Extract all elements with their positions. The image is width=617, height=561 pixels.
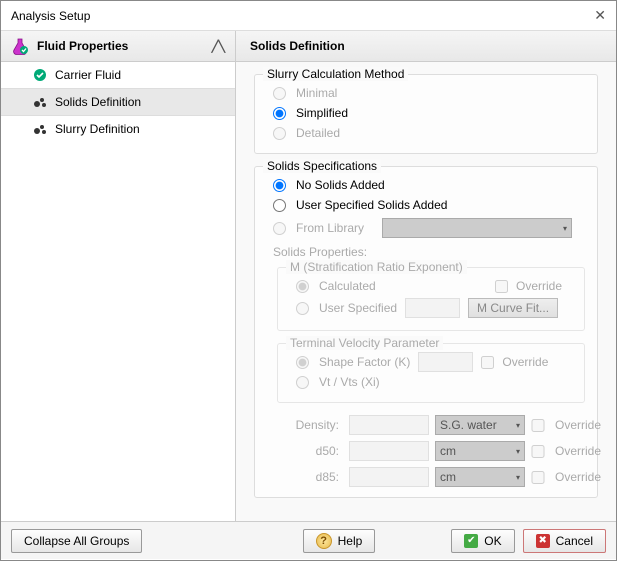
radio-vt-vts-input	[296, 376, 309, 389]
radio-minimal: Minimal	[267, 83, 585, 103]
sidebar-item-solids-definition[interactable]: Solids Definition	[1, 88, 235, 116]
check-override-m-input	[495, 280, 508, 293]
radio-user-solids-input[interactable]	[273, 199, 286, 212]
radio-from-library: From Library	[267, 215, 585, 241]
radio-simplified-input[interactable]	[273, 107, 286, 120]
help-icon: ?	[316, 533, 332, 549]
sidebar-group-header[interactable]: Fluid Properties ╱╲	[1, 31, 235, 62]
check-icon: ✔	[464, 534, 478, 548]
tv-group: Terminal Velocity Parameter Shape Factor…	[277, 343, 585, 403]
d85-override-check	[531, 471, 545, 484]
footer: Collapse All Groups ?Help ✔OK ✖Cancel	[1, 521, 616, 559]
chevron-up-icon: ╱╲	[212, 40, 225, 53]
radio-user-solids[interactable]: User Specified Solids Added	[267, 195, 585, 215]
window-title: Analysis Setup	[11, 9, 90, 23]
sidebar-item-slurry-definition[interactable]: Slurry Definition	[1, 116, 235, 142]
check-icon	[33, 68, 47, 82]
check-override-tv-input	[481, 356, 494, 369]
density-unit-select: S.G. water	[435, 415, 525, 435]
density-d50-d85-grid: Density: S.G. water Override d50: cm Ove…	[267, 415, 585, 487]
check-override-m: Override	[495, 279, 562, 293]
d85-input	[349, 467, 429, 487]
library-select	[382, 218, 572, 238]
solids-icon	[33, 95, 47, 109]
sidebar-item-label: Carrier Fluid	[55, 68, 121, 82]
m-value-input	[405, 298, 460, 318]
flask-icon	[11, 37, 29, 55]
radio-from-library-input	[273, 222, 286, 235]
d85-unit-select: cm	[435, 467, 525, 487]
d50-label: d50:	[273, 444, 343, 458]
sidebar-item-carrier-fluid[interactable]: Carrier Fluid	[1, 62, 235, 88]
collapse-all-button[interactable]: Collapse All Groups	[11, 529, 142, 553]
d50-unit-select: cm	[435, 441, 525, 461]
solids-spec-group: Solids Specifications No Solids Added Us…	[254, 166, 598, 498]
group-title: Terminal Velocity Parameter	[286, 336, 443, 350]
radio-vt-vts: Vt / Vts (Xi)	[290, 372, 572, 392]
override-label: Override	[555, 418, 615, 432]
radio-no-solids-input[interactable]	[273, 179, 286, 192]
override-label: Override	[555, 444, 615, 458]
m-curve-fit-button: M Curve Fit...	[468, 298, 558, 318]
slurry-icon	[33, 122, 47, 136]
sidebar: Fluid Properties ╱╲ Carrier Fluid Solids…	[1, 31, 236, 521]
cancel-button[interactable]: ✖Cancel	[523, 529, 606, 553]
m-group: M (Stratification Ratio Exponent) Calcul…	[277, 267, 585, 331]
override-label: Override	[555, 470, 615, 484]
content-header: Solids Definition	[236, 31, 616, 62]
group-label: Fluid Properties	[37, 39, 128, 53]
radio-no-solids[interactable]: No Solids Added	[267, 175, 585, 195]
d85-label: d85:	[273, 470, 343, 484]
radio-detailed-input	[273, 127, 286, 140]
solids-properties-label: Solids Properties:	[267, 241, 585, 261]
help-button[interactable]: ?Help	[303, 529, 376, 553]
radio-calculated-input	[296, 280, 309, 293]
slurry-method-group: Slurry Calculation Method Minimal Simpli…	[254, 74, 598, 154]
radio-shape-factor-input	[296, 356, 309, 369]
radio-user-specified-m: User Specified	[296, 301, 397, 315]
radio-shape-factor: Shape Factor (K)	[290, 352, 410, 372]
check-override-tv: Override	[481, 355, 548, 369]
group-title: Slurry Calculation Method	[263, 67, 408, 81]
radio-user-specified-m-input	[296, 302, 309, 315]
radio-detailed: Detailed	[267, 123, 585, 143]
radio-simplified[interactable]: Simplified	[267, 103, 585, 123]
density-override-check	[531, 419, 545, 432]
group-title: Solids Specifications	[263, 159, 381, 173]
radio-calculated: Calculated	[290, 276, 495, 296]
d50-input	[349, 441, 429, 461]
sidebar-item-label: Slurry Definition	[55, 122, 140, 136]
density-label: Density:	[273, 418, 343, 432]
radio-minimal-input	[273, 87, 286, 100]
titlebar: Analysis Setup ✕	[1, 1, 616, 31]
sidebar-item-label: Solids Definition	[55, 95, 141, 109]
close-icon[interactable]: ✕	[594, 7, 606, 24]
ok-button[interactable]: ✔OK	[451, 529, 514, 553]
content-panel: Solids Definition Slurry Calculation Met…	[236, 31, 616, 521]
shape-factor-input	[418, 352, 473, 372]
d50-override-check	[531, 445, 545, 458]
group-title: M (Stratification Ratio Exponent)	[286, 260, 467, 274]
density-input	[349, 415, 429, 435]
x-icon: ✖	[536, 534, 550, 548]
